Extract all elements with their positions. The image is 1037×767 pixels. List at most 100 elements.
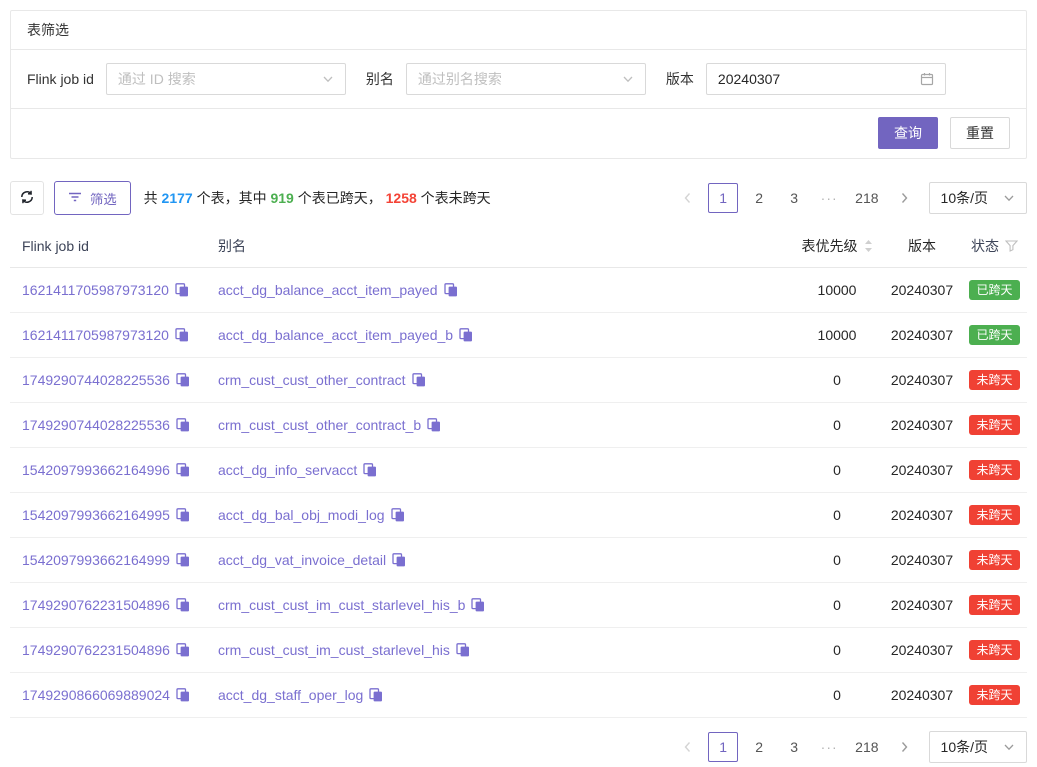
version-value: 20240307 bbox=[882, 687, 962, 703]
copy-icon[interactable] bbox=[459, 328, 473, 342]
priority-value: 0 bbox=[792, 507, 882, 523]
priority-value: 0 bbox=[792, 687, 882, 703]
alias-link[interactable]: acct_dg_staff_oper_log bbox=[218, 687, 363, 703]
copy-icon[interactable] bbox=[369, 688, 383, 702]
chevron-down-icon bbox=[1003, 741, 1015, 753]
alias-link[interactable]: acct_dg_info_servacct bbox=[218, 462, 357, 478]
flink-job-id-link[interactable]: 1542097993662164999 bbox=[22, 552, 170, 568]
version-value: 20240307 bbox=[718, 71, 780, 87]
table-body: 1621411705987973120 acct_dg_balance_acct… bbox=[10, 268, 1027, 718]
page-size-select[interactable]: 10条/页 bbox=[929, 731, 1027, 763]
version-field: 版本 20240307 bbox=[666, 63, 946, 95]
flink-job-id-link[interactable]: 1542097993662164995 bbox=[22, 507, 170, 523]
alias-link[interactable]: crm_cust_cust_other_contract bbox=[218, 372, 406, 388]
table-row: 1542097993662164999 acct_dg_vat_invoice_… bbox=[10, 538, 1027, 583]
table-stats: 共 2177 个表，其中 919 个表已跨天， 1258 个表未跨天 bbox=[144, 188, 491, 208]
pagination-top: 123···218 10条/页 bbox=[675, 182, 1027, 214]
column-header-version: 版本 bbox=[882, 236, 962, 256]
data-table: Flink job id 别名 表优先级 版本 状态 bbox=[10, 224, 1027, 718]
priority-value: 0 bbox=[792, 417, 882, 433]
copy-icon[interactable] bbox=[427, 418, 441, 432]
table-toolbar: 筛选 共 2177 个表，其中 919 个表已跨天， 1258 个表未跨天 12… bbox=[10, 181, 1027, 215]
chevron-left-icon bbox=[675, 183, 701, 213]
version-label: 版本 bbox=[666, 69, 694, 89]
copy-icon[interactable] bbox=[391, 508, 405, 522]
alias-link[interactable]: acct_dg_vat_invoice_detail bbox=[218, 552, 386, 568]
pagination-bottom-row: 123···21810条/页 bbox=[10, 731, 1027, 763]
copy-icon[interactable] bbox=[456, 643, 470, 657]
filter-toggle-button[interactable]: 筛选 bbox=[54, 181, 131, 215]
page-size-label: 10条/页 bbox=[941, 188, 988, 208]
alias-link[interactable]: crm_cust_cust_im_cust_starlevel_his_b bbox=[218, 597, 465, 613]
version-date-input[interactable]: 20240307 bbox=[706, 63, 946, 95]
page-2[interactable]: 2 bbox=[745, 183, 773, 213]
copy-icon[interactable] bbox=[471, 598, 485, 612]
copy-icon[interactable] bbox=[176, 688, 190, 702]
page-size-select[interactable]: 10条/页 bbox=[929, 182, 1027, 214]
copy-icon[interactable] bbox=[176, 643, 190, 657]
priority-value: 0 bbox=[792, 597, 882, 613]
copy-icon[interactable] bbox=[175, 283, 189, 297]
copy-icon[interactable] bbox=[392, 553, 406, 567]
filter-funnel-icon[interactable] bbox=[1005, 240, 1018, 252]
alias-select[interactable]: 通过别名搜索 bbox=[406, 63, 646, 95]
page-3[interactable]: 3 bbox=[780, 732, 808, 762]
copy-icon[interactable] bbox=[176, 508, 190, 522]
flink-job-id-link[interactable]: 1749290744028225536 bbox=[22, 417, 170, 433]
flink-job-id-link[interactable]: 1749290762231504896 bbox=[22, 597, 170, 613]
refresh-icon bbox=[19, 189, 35, 208]
flink-job-id-link[interactable]: 1749290762231504896 bbox=[22, 642, 170, 658]
page-1[interactable]: 1 bbox=[708, 732, 738, 762]
page-218[interactable]: 218 bbox=[850, 732, 883, 762]
copy-icon[interactable] bbox=[412, 373, 426, 387]
alias-link[interactable]: acct_dg_balance_acct_item_payed_b bbox=[218, 327, 453, 343]
copy-icon[interactable] bbox=[176, 373, 190, 387]
flink-job-id-link[interactable]: 1749290744028225536 bbox=[22, 372, 170, 388]
column-header-flink-job-id[interactable]: Flink job id bbox=[10, 238, 218, 254]
chevron-right-icon[interactable] bbox=[891, 183, 917, 213]
page-size-label: 10条/页 bbox=[941, 737, 988, 757]
copy-icon[interactable] bbox=[444, 283, 458, 297]
table-row: 1749290762231504896 crm_cust_cust_im_cus… bbox=[10, 583, 1027, 628]
alias-link[interactable]: crm_cust_cust_other_contract_b bbox=[218, 417, 421, 433]
column-header-alias[interactable]: 别名 bbox=[218, 236, 792, 256]
chevron-right-icon[interactable] bbox=[891, 732, 917, 762]
alias-placeholder: 通过别名搜索 bbox=[418, 69, 502, 89]
filter-toggle-label: 筛选 bbox=[90, 189, 117, 208]
flink-job-id-field: Flink job id 通过 ID 搜索 bbox=[27, 63, 346, 95]
status-badge: 未跨天 bbox=[969, 595, 1019, 615]
refresh-button[interactable] bbox=[10, 181, 44, 215]
copy-icon[interactable] bbox=[176, 553, 190, 567]
version-value: 20240307 bbox=[882, 372, 962, 388]
copy-icon[interactable] bbox=[176, 418, 190, 432]
chevron-down-icon bbox=[622, 73, 634, 85]
priority-value: 0 bbox=[792, 642, 882, 658]
flink-job-id-select[interactable]: 通过 ID 搜索 bbox=[106, 63, 346, 95]
alias-link[interactable]: crm_cust_cust_im_cust_starlevel_his bbox=[218, 642, 450, 658]
flink-job-id-link[interactable]: 1621411705987973120 bbox=[22, 282, 169, 298]
alias-link[interactable]: acct_dg_bal_obj_modi_log bbox=[218, 507, 385, 523]
page-218[interactable]: 218 bbox=[850, 183, 883, 213]
copy-icon[interactable] bbox=[175, 328, 189, 342]
alias-link[interactable]: acct_dg_balance_acct_item_payed bbox=[218, 282, 438, 298]
status-badge: 已跨天 bbox=[969, 325, 1019, 345]
page-ellipsis: ··· bbox=[815, 183, 843, 213]
query-button[interactable]: 查询 bbox=[878, 117, 938, 149]
copy-icon[interactable] bbox=[363, 463, 377, 477]
priority-value: 10000 bbox=[792, 327, 882, 343]
stats-text: 个表，其中 bbox=[193, 190, 271, 206]
column-header-status[interactable]: 状态 bbox=[962, 236, 1027, 256]
column-header-priority[interactable]: 表优先级 bbox=[792, 236, 882, 256]
copy-icon[interactable] bbox=[176, 463, 190, 477]
priority-value: 0 bbox=[792, 372, 882, 388]
reset-button[interactable]: 重置 bbox=[950, 117, 1010, 149]
version-value: 20240307 bbox=[882, 417, 962, 433]
flink-job-id-link[interactable]: 1621411705987973120 bbox=[22, 327, 169, 343]
page-2[interactable]: 2 bbox=[745, 732, 773, 762]
page-3[interactable]: 3 bbox=[780, 183, 808, 213]
page-1[interactable]: 1 bbox=[708, 183, 738, 213]
copy-icon[interactable] bbox=[176, 598, 190, 612]
flink-job-id-link[interactable]: 1542097993662164996 bbox=[22, 462, 170, 478]
flink-job-id-link[interactable]: 1749290866069889024 bbox=[22, 687, 170, 703]
sort-carets-icon[interactable] bbox=[864, 239, 873, 253]
